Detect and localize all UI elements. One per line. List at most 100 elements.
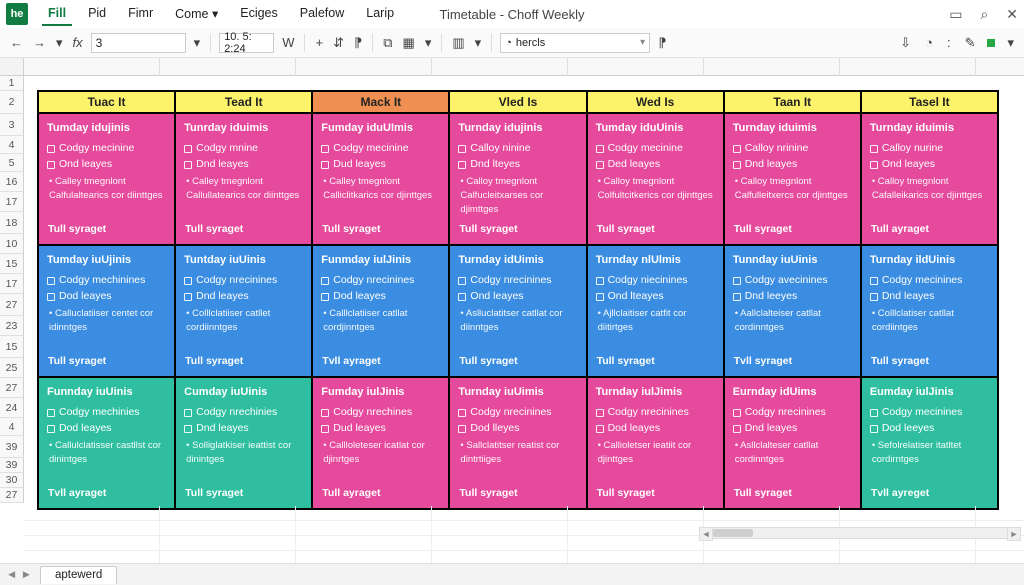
timetable-cell[interactable]: Tunnday iuUinisCodgy avecininesDnd leeye…: [724, 245, 861, 377]
timetable-cell[interactable]: Turnday idUimisCodgy nrecininesOnd leaye…: [449, 245, 586, 377]
tab-nav[interactable]: ◄ ►: [6, 569, 32, 581]
scrollbar-thumb[interactable]: [713, 529, 753, 537]
row-header[interactable]: 17: [0, 192, 24, 212]
fontsize-box[interactable]: 10. 5: 2:24: [219, 33, 274, 53]
row-header[interactable]: 3: [0, 114, 24, 136]
day-header[interactable]: Taan It: [724, 91, 861, 113]
history-dropdown-icon[interactable]: ▾: [54, 35, 65, 51]
timetable-cell[interactable]: Turnday nlUlmisCodgy niecininesOnd lteay…: [587, 245, 724, 377]
back-icon[interactable]: ←: [8, 35, 25, 50]
download-icon[interactable]: ⇩: [898, 35, 913, 51]
timetable-cell[interactable]: Tuntday iuUinisCodgy nrecininesDnd leaye…: [175, 245, 312, 377]
history-icon[interactable]: ◔: [923, 35, 935, 50]
day-header[interactable]: Vled Is: [449, 91, 586, 113]
row-header[interactable]: 27: [0, 294, 24, 316]
timetable-cell[interactable]: Tunrday iduimisCodgy mnineDnd leayes• Ca…: [175, 113, 312, 245]
timetable-cell[interactable]: Turnday iuUimisCodgy nrecininesDod lleye…: [449, 377, 586, 509]
sort-icon[interactable]: ⇵: [331, 35, 346, 51]
menu-come[interactable]: Come ▾: [169, 2, 224, 26]
timetable-cell[interactable]: Turnday iduimisCalloy nrinineDnd leayes•…: [724, 113, 861, 245]
menu-larip[interactable]: Larip: [360, 2, 400, 26]
menu-pid[interactable]: Pid: [82, 2, 112, 26]
row-header[interactable]: 24: [0, 398, 24, 418]
col-header[interactable]: [568, 58, 704, 76]
autoformat-icon[interactable]: ⁋: [656, 35, 668, 51]
col-header[interactable]: [160, 58, 296, 76]
row-header[interactable]: 18: [0, 212, 24, 234]
search-icon[interactable]: ⌕: [980, 6, 988, 23]
timetable-cell[interactable]: Funmday iulJinisCodgy nrecininesDod leay…: [312, 245, 449, 377]
timetable-cell[interactable]: Turnday idujinisCalloy ninineDnd lteyes•…: [449, 113, 586, 245]
column-headers[interactable]: [24, 58, 1024, 76]
fx-icon[interactable]: fx: [71, 35, 85, 50]
row-header[interactable]: 1: [0, 76, 24, 91]
row-header[interactable]: 27: [0, 378, 24, 398]
row-header[interactable]: 15: [0, 336, 24, 358]
save-icon[interactable]: ▭: [949, 6, 962, 23]
row-headers[interactable]: 12345161718101517272315252724439393027: [0, 76, 24, 563]
row-header[interactable]: 4: [0, 136, 24, 154]
row-header[interactable]: 10: [0, 234, 24, 254]
row-header[interactable]: 23: [0, 316, 24, 336]
day-header[interactable]: Mack It: [312, 91, 449, 113]
row-header[interactable]: 27: [0, 488, 24, 503]
day-header[interactable]: Tead It: [175, 91, 312, 113]
sheet-tab[interactable]: aptewerd: [40, 566, 117, 584]
layout2-icon[interactable]: ▦: [401, 35, 417, 51]
row-header[interactable]: 16: [0, 172, 24, 192]
timetable-cell[interactable]: Eumday iulJinisCodgy mecininesDod leeyes…: [861, 377, 998, 509]
select-all-corner[interactable]: [0, 58, 24, 76]
col-header[interactable]: [976, 58, 1024, 76]
more-dropdown-icon[interactable]: ▾: [1005, 35, 1016, 51]
timetable-cell[interactable]: Tumday idujinisCodgy mecinineOnd leayes•…: [38, 113, 175, 245]
plus-icon[interactable]: +: [313, 35, 325, 50]
col-header[interactable]: [296, 58, 432, 76]
day-header[interactable]: Tasel It: [861, 91, 998, 113]
day-header[interactable]: Wed Is: [587, 91, 724, 113]
close-icon[interactable]: ✕: [1006, 6, 1018, 23]
col-header[interactable]: [24, 58, 160, 76]
layout1-icon[interactable]: ⧉: [381, 35, 394, 51]
col-header[interactable]: [432, 58, 568, 76]
col-header[interactable]: [704, 58, 840, 76]
grid-icon[interactable]: ▥: [450, 35, 466, 51]
forward-icon[interactable]: →: [31, 35, 48, 50]
horizontal-scrollbar[interactable]: [710, 527, 1010, 539]
row-header[interactable]: 4: [0, 418, 24, 436]
layout-dropdown-icon[interactable]: ▾: [423, 35, 434, 51]
menu-eciges[interactable]: Eciges: [234, 2, 284, 26]
w-icon[interactable]: W: [280, 35, 296, 50]
timetable-cell[interactable]: Eurnday idUimsCodgy nrecininesDnd leayes…: [724, 377, 861, 509]
timetable-cell[interactable]: Turnday iulJimisCodgy nrecininesDod leay…: [587, 377, 724, 509]
row-header[interactable]: 39: [0, 436, 24, 458]
timetable-cell[interactable]: Tumday iduUinisCodgy mecinineDed leayes•…: [587, 113, 724, 245]
timetable-cell[interactable]: Funnday iuUinisCodgy mechiniesDod leayes…: [38, 377, 175, 509]
timetable-cell[interactable]: Fumday iulJinisCodgy nrechinesDud leayes…: [312, 377, 449, 509]
menu-fimr[interactable]: Fimr: [122, 2, 159, 26]
cell-task: Dud leayes: [321, 157, 440, 172]
format-icon[interactable]: ⁋: [352, 35, 364, 51]
timetable-cell[interactable]: Fumday iduUImisCodgy mecinineDud leayes•…: [312, 113, 449, 245]
row-header[interactable]: 39: [0, 458, 24, 473]
cell-grid[interactable]: Tuac ItTead ItMack ItVled IsWed IsTaan I…: [24, 76, 1024, 563]
row-header[interactable]: 17: [0, 274, 24, 294]
row-header[interactable]: 15: [0, 254, 24, 274]
name-box[interactable]: 3: [91, 33, 186, 53]
menu-fill[interactable]: Fill: [42, 2, 72, 26]
day-header[interactable]: Tuac It: [38, 91, 175, 113]
row-header[interactable]: 25: [0, 358, 24, 378]
timetable-cell[interactable]: Tumday iuUjinisCodgy mechininesDod leaye…: [38, 245, 175, 377]
row-header[interactable]: 30: [0, 473, 24, 488]
col-header[interactable]: [840, 58, 976, 76]
pen-icon[interactable]: ✎: [963, 35, 978, 51]
row-header[interactable]: 2: [0, 91, 24, 114]
timetable-cell[interactable]: Turnday iduimisCalloy nurineOnd leayes• …: [861, 113, 998, 245]
grid-dropdown-icon[interactable]: ▾: [473, 35, 484, 51]
timetable-cell[interactable]: Cumday iuUinisCodgy nrechiniesDnd leayes…: [175, 377, 312, 509]
menu-palefow[interactable]: Palefow: [294, 2, 350, 26]
row-header[interactable]: 5: [0, 154, 24, 172]
namebox-dropdown-icon[interactable]: ▾: [192, 35, 203, 51]
style-picker[interactable]: ◔ hercls: [500, 33, 650, 53]
timetable-cell[interactable]: Turnday ildUinisCodgy mecininesDnd leaye…: [861, 245, 998, 377]
timetable-body: Tumday idujinisCodgy mecinineOnd leayes•…: [38, 113, 998, 509]
